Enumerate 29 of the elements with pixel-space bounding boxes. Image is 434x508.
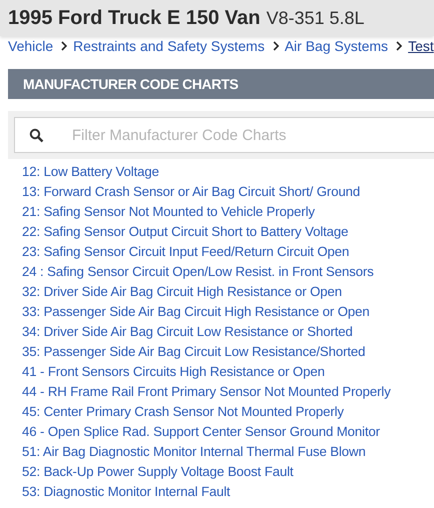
code-link[interactable]: 45: Center Primary Crash Sensor Not Mounted Properly: [22, 402, 434, 422]
engine-label: V8-351 5.8L: [266, 8, 364, 28]
code-link[interactable]: 53: Diagnostic Monitor Internal Fault: [22, 482, 434, 502]
search-icon: [29, 128, 44, 142]
code-link[interactable]: 44 - RH Frame Rail Front Primary Sensor Not Mounted Properly: [22, 382, 434, 402]
breadcrumb-link[interactable]: Air Bag Systems: [284, 38, 388, 54]
code-link[interactable]: 32: Driver Side Air Bag Circuit High Resistance or Open: [22, 282, 434, 302]
code-link[interactable]: 51: Air Bag Diagnostic Monitor Internal Thermal Fuse Blown: [22, 442, 434, 462]
breadcrumb-link[interactable]: Restraints and Safety Systems: [73, 38, 265, 54]
code-link[interactable]: 34: Driver Side Air Bag Circuit Low Resistance or Shorted: [22, 322, 434, 342]
section-title: MANUFACTURER CODE CHARTS: [23, 76, 238, 92]
chevron-icon: [272, 41, 280, 51]
code-link[interactable]: 46 - Open Splice Rad. Support Center Sensor Ground Monitor: [22, 422, 434, 442]
chevron-icon: [60, 41, 68, 51]
code-link[interactable]: 52: Back-Up Power Supply Voltage Boost Fault: [22, 462, 434, 482]
code-link[interactable]: 23: Safing Sensor Circuit Input Feed/Return Circuit Open: [22, 242, 434, 262]
code-link[interactable]: 41 - Front Sensors Circuits High Resistance or Open: [22, 362, 434, 382]
code-link[interactable]: 21: Safing Sensor Not Mounted to Vehicle Properly: [22, 202, 434, 222]
code-link[interactable]: 24 : Safing Sensor Circuit Open/Low Resist. in Front Sensors: [22, 262, 434, 282]
code-link[interactable]: 12: Low Battery Voltage: [22, 162, 434, 182]
breadcrumb-link[interactable]: Vehicle: [8, 38, 54, 54]
code-link[interactable]: 33: Passenger Side Air Bag Circuit High Resistance or Open: [22, 302, 434, 322]
search-field[interactable]: Filter Manufacturer Code Charts: [14, 117, 434, 153]
breadcrumb-link[interactable]: Test: [408, 38, 434, 54]
chevron-icon: [395, 41, 404, 51]
code-link[interactable]: 35: Passenger Side Air Bag Circuit Low Resistance/Shorted: [22, 342, 434, 362]
code-link[interactable]: 13: Forward Crash Sensor or Air Bag Circuit Short/ Ground: [22, 182, 434, 202]
vehicle-title: 1995 Ford Truck E 150 Van: [8, 6, 260, 30]
code-link[interactable]: 22: Safing Sensor Output Circuit Short to Battery Voltage: [22, 222, 434, 242]
